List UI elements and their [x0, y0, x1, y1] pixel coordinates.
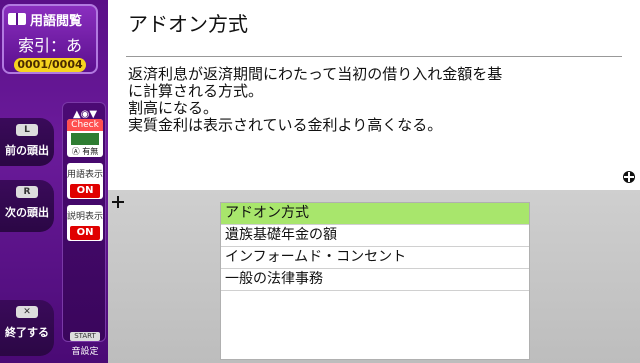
- sound-settings-button[interactable]: START 音設定: [70, 332, 100, 358]
- list-item[interactable]: 遺族基礎年金の額: [221, 225, 529, 247]
- book-icon: [8, 13, 26, 25]
- start-badge: START: [70, 332, 100, 341]
- term-list: アドオン方式 遺族基礎年金の額 インフォームド・コンセント 一般の法律事務: [220, 202, 530, 360]
- definition-panel: アドオン方式 返済利息が返済期間にわたって当初の借り入れ金額を基 に計算される方…: [108, 0, 640, 190]
- check-indicator[interactable]: Check Ⓐ 有無: [67, 119, 103, 157]
- list-item-selected[interactable]: アドオン方式: [221, 203, 529, 225]
- desc-display-toggle[interactable]: 説明表示 ON: [67, 205, 103, 241]
- title-divider: [126, 56, 622, 57]
- check-field: [71, 133, 99, 145]
- term-display-title: 用語表示: [67, 170, 104, 180]
- prev-heading-button[interactable]: L 前の頭出: [0, 118, 54, 166]
- list-item[interactable]: インフォームド・コンセント: [221, 247, 529, 269]
- scroll-cross-icon[interactable]: [622, 170, 636, 184]
- term-title: アドオン方式: [128, 12, 248, 36]
- glossary-title: 用語閲覧: [8, 10, 94, 29]
- check-label: Check: [67, 119, 103, 131]
- page-counter: 0001/0004: [14, 58, 86, 72]
- x-button-badge: ✕: [16, 306, 38, 318]
- definition-line: に計算される方式。: [128, 82, 264, 100]
- desc-display-title: 説明表示: [67, 212, 104, 222]
- check-option-text: 有無: [82, 147, 99, 156]
- definition-line: 実質金利は表示されている金利より高くなる。: [128, 116, 443, 134]
- r-button-badge: R: [16, 186, 38, 198]
- definition-text: 返済利息が返済期間にわたって当初の借り入れ金額を基 に計算される方式。 割高にな…: [128, 66, 628, 134]
- left-sidebar: 用語閲覧 索引：あ 0001/0004 L 前の頭出 R 次の頭出 ✕ 終了する…: [0, 0, 108, 363]
- a-button-icon: Ⓐ: [71, 147, 80, 156]
- check-option: Ⓐ 有無: [67, 146, 103, 157]
- l-button-badge: L: [16, 124, 38, 136]
- exit-button[interactable]: ✕ 終了する: [0, 300, 54, 356]
- prev-heading-label: 前の頭出: [5, 144, 49, 157]
- term-display-state: ON: [70, 184, 100, 198]
- term-display-toggle[interactable]: 用語表示 ON: [67, 163, 103, 199]
- next-heading-button[interactable]: R 次の頭出: [0, 180, 54, 232]
- next-heading-label: 次の頭出: [5, 206, 49, 219]
- index-label: 索引：あ: [17, 36, 82, 55]
- exit-label: 終了する: [5, 326, 49, 339]
- glossary-screen: 用語閲覧 索引：あ 0001/0004 L 前の頭出 R 次の頭出 ✕ 終了する…: [0, 0, 640, 363]
- dpad-icon: [112, 196, 124, 208]
- glossary-header: 用語閲覧 索引：あ 0001/0004: [2, 4, 98, 74]
- sound-settings-label: 音設定: [71, 347, 99, 357]
- desc-display-state: ON: [70, 226, 100, 240]
- definition-line: 返済利息が返済期間にわたって当初の借り入れ金額を基: [128, 65, 503, 83]
- list-item[interactable]: 一般の法律事務: [221, 269, 529, 291]
- glossary-title-text: 用語閲覧: [30, 13, 83, 29]
- toggle-panel: ▲◉▼ Check Ⓐ 有無 用語表示 ON 説明表示 ON: [62, 102, 106, 342]
- definition-line: 割高になる。: [128, 99, 219, 117]
